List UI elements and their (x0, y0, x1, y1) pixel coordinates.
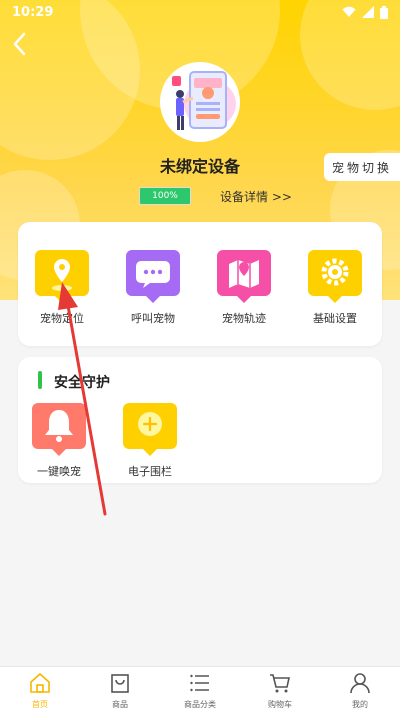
device-avatar (160, 62, 240, 142)
func-label: 宠物定位 (40, 312, 84, 325)
section-accent-bar (38, 371, 42, 389)
nav-label: 商品 (112, 700, 128, 709)
map-icon (215, 246, 273, 304)
func-label: 宠物轨迹 (222, 312, 266, 325)
pet-switch-button[interactable]: 宠物切换 (324, 153, 400, 181)
func-label: 基础设置 (313, 312, 357, 325)
back-button[interactable] (8, 30, 32, 58)
phone-illustration-icon (172, 71, 236, 130)
func-one-key-call[interactable]: 一键唤宠 (24, 399, 94, 479)
func-label: 电子围栏 (128, 465, 172, 478)
wifi-icon (342, 6, 356, 17)
chat-bubble-icon (124, 246, 182, 304)
section-title: 安全守护 (54, 375, 110, 391)
battery-text: 100% (152, 191, 178, 201)
location-pin-icon (33, 246, 91, 304)
nav-label: 我的 (352, 700, 368, 709)
status-bar: 10:29 (0, 0, 400, 24)
battery-indicator: 100% (139, 187, 191, 205)
cart-icon (270, 674, 290, 693)
bottom-nav: 首页 商品 商品分类 购物车 我的 (0, 666, 400, 713)
nav-item-categories[interactable]: 商品分类 (160, 667, 240, 713)
nav-item-cart[interactable]: 购物车 (240, 667, 320, 713)
chevron-left-icon (13, 32, 26, 56)
device-detail-link[interactable]: 设备详情 >> (220, 188, 292, 205)
func-pet-track[interactable]: 宠物轨迹 (209, 246, 279, 326)
home-icon (30, 672, 50, 693)
signal-icon (362, 6, 374, 18)
func-e-fence[interactable]: 电子围栏 (115, 399, 185, 479)
func-label: 一键唤宠 (37, 465, 81, 478)
bell-icon (30, 399, 88, 457)
func-call-pet[interactable]: 呼叫宠物 (118, 246, 188, 326)
function-card: 宠物定位 呼叫宠物 宠物轨迹 基础设置 (18, 222, 382, 346)
nav-item-profile[interactable]: 我的 (320, 667, 400, 713)
person-icon (350, 673, 370, 694)
func-label: 呼叫宠物 (131, 312, 175, 325)
func-pet-location[interactable]: 宠物定位 (27, 246, 97, 326)
fence-plus-icon (121, 399, 179, 457)
status-time: 10:29 (12, 4, 54, 20)
list-icon (190, 674, 209, 692)
gear-icon (306, 246, 364, 304)
safety-card: 安全守护 一键唤宠 电子围栏 (18, 357, 382, 483)
nav-label: 购物车 (268, 700, 292, 709)
nav-label: 商品分类 (184, 700, 216, 709)
func-basic-settings[interactable]: 基础设置 (300, 246, 370, 326)
shopping-bag-icon (111, 674, 129, 693)
battery-status-icon (380, 5, 388, 19)
nav-label: 首页 (32, 700, 48, 709)
nav-item-products[interactable]: 商品 (80, 667, 160, 713)
nav-item-home[interactable]: 首页 (0, 667, 80, 713)
